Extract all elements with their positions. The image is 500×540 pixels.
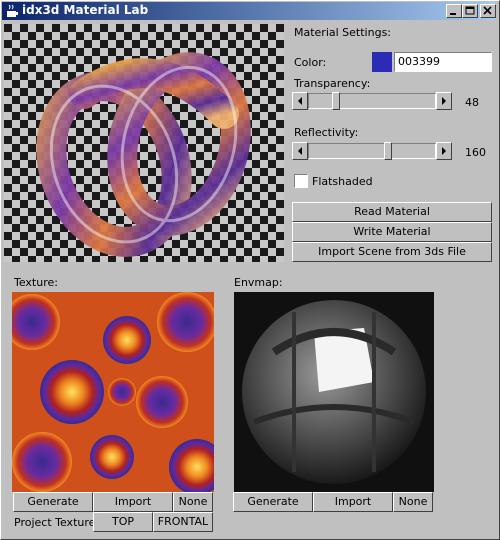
maximize-icon: [465, 6, 475, 15]
read-material-button[interactable]: Read Material: [292, 202, 492, 222]
transparency-label: Transparency:: [294, 77, 371, 90]
flatshaded-checkbox[interactable]: [294, 174, 308, 188]
texture-generate-button[interactable]: Generate: [13, 492, 93, 512]
envmap-none-button[interactable]: None: [393, 492, 433, 512]
envmap-import-button[interactable]: Import: [313, 492, 393, 512]
color-label: Color:: [294, 56, 327, 69]
transparency-thumb[interactable]: [332, 92, 340, 110]
java-cup-icon: [7, 4, 18, 17]
transparency-increase-button[interactable]: [436, 92, 452, 110]
rendered-knot-image: [4, 24, 284, 262]
flatshaded-label: Flatshaded: [312, 175, 373, 188]
transparency-slider[interactable]: [292, 92, 452, 110]
reflectivity-value: 160: [465, 146, 486, 159]
minimize-button[interactable]: [446, 4, 462, 18]
reflectivity-thumb[interactable]: [384, 142, 392, 160]
project-top-button[interactable]: TOP: [93, 512, 153, 532]
envmap-image: [234, 292, 434, 492]
reflectivity-decrease-button[interactable]: [292, 142, 308, 160]
arrow-right-icon: [442, 147, 446, 155]
minimize-icon: [450, 13, 456, 15]
reflectivity-label: Reflectivity:: [294, 126, 359, 139]
transparency-value: 48: [465, 96, 479, 109]
envmap-generate-button[interactable]: Generate: [233, 492, 313, 512]
title-bar[interactable]: idx3d Material Lab: [2, 2, 496, 20]
arrow-left-icon: [298, 147, 302, 155]
reflectivity-slider[interactable]: [292, 142, 452, 160]
import-scene-button[interactable]: Import Scene from 3ds File: [292, 242, 492, 262]
texture-image: [12, 292, 214, 492]
project-texture-label: Project Texture:: [14, 516, 100, 529]
texture-label: Texture:: [14, 276, 58, 289]
close-icon: [483, 6, 492, 15]
texture-none-button[interactable]: None: [173, 492, 213, 512]
envmap-label: Envmap:: [234, 276, 283, 289]
render-preview[interactable]: [4, 24, 284, 262]
envmap-preview[interactable]: [234, 292, 434, 492]
window-title: idx3d Material Lab: [22, 3, 149, 17]
arrow-left-icon: [298, 97, 302, 105]
reflectivity-track[interactable]: [308, 143, 436, 159]
maximize-button[interactable]: [462, 4, 478, 18]
transparency-track[interactable]: [308, 93, 436, 109]
color-hex-field[interactable]: 003399: [394, 52, 492, 72]
texture-preview[interactable]: [12, 292, 214, 492]
texture-import-button[interactable]: Import: [93, 492, 173, 512]
arrow-right-icon: [442, 97, 446, 105]
material-settings-heading: Material Settings:: [294, 26, 392, 39]
close-button[interactable]: [480, 4, 496, 18]
color-swatch[interactable]: [372, 52, 392, 72]
transparency-decrease-button[interactable]: [292, 92, 308, 110]
write-material-button[interactable]: Write Material: [292, 222, 492, 242]
project-frontal-button[interactable]: FRONTAL: [153, 512, 213, 532]
reflectivity-increase-button[interactable]: [436, 142, 452, 160]
